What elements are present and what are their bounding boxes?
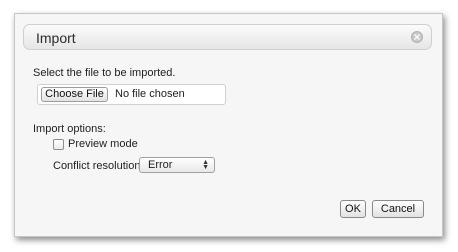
- conflict-resolution-value: Error: [148, 159, 173, 171]
- import-options-label: Import options:: [33, 123, 106, 135]
- import-dialog: Import Select the file to be imported. C…: [14, 13, 443, 237]
- close-x-glyph: [414, 34, 420, 40]
- updown-arrows-icon: ▲ ▼: [202, 159, 209, 171]
- file-status-text: No file chosen: [115, 88, 185, 100]
- ok-button[interactable]: OK: [340, 200, 366, 218]
- choose-file-button[interactable]: Choose File: [41, 87, 108, 102]
- preview-mode-checkbox[interactable]: [53, 139, 64, 150]
- preview-mode-label[interactable]: Preview mode: [68, 138, 138, 150]
- conflict-resolution-label: Conflict resolution:: [53, 160, 144, 172]
- conflict-resolution-select[interactable]: Error ▲ ▼: [139, 157, 215, 173]
- cancel-button[interactable]: Cancel: [372, 200, 424, 218]
- dialog-titlebar: Import: [23, 24, 432, 50]
- dialog-title: Import: [36, 30, 76, 46]
- file-prompt-label: Select the file to be imported.: [33, 67, 176, 79]
- file-input[interactable]: Choose File No file chosen: [37, 84, 226, 105]
- close-icon[interactable]: [411, 31, 423, 43]
